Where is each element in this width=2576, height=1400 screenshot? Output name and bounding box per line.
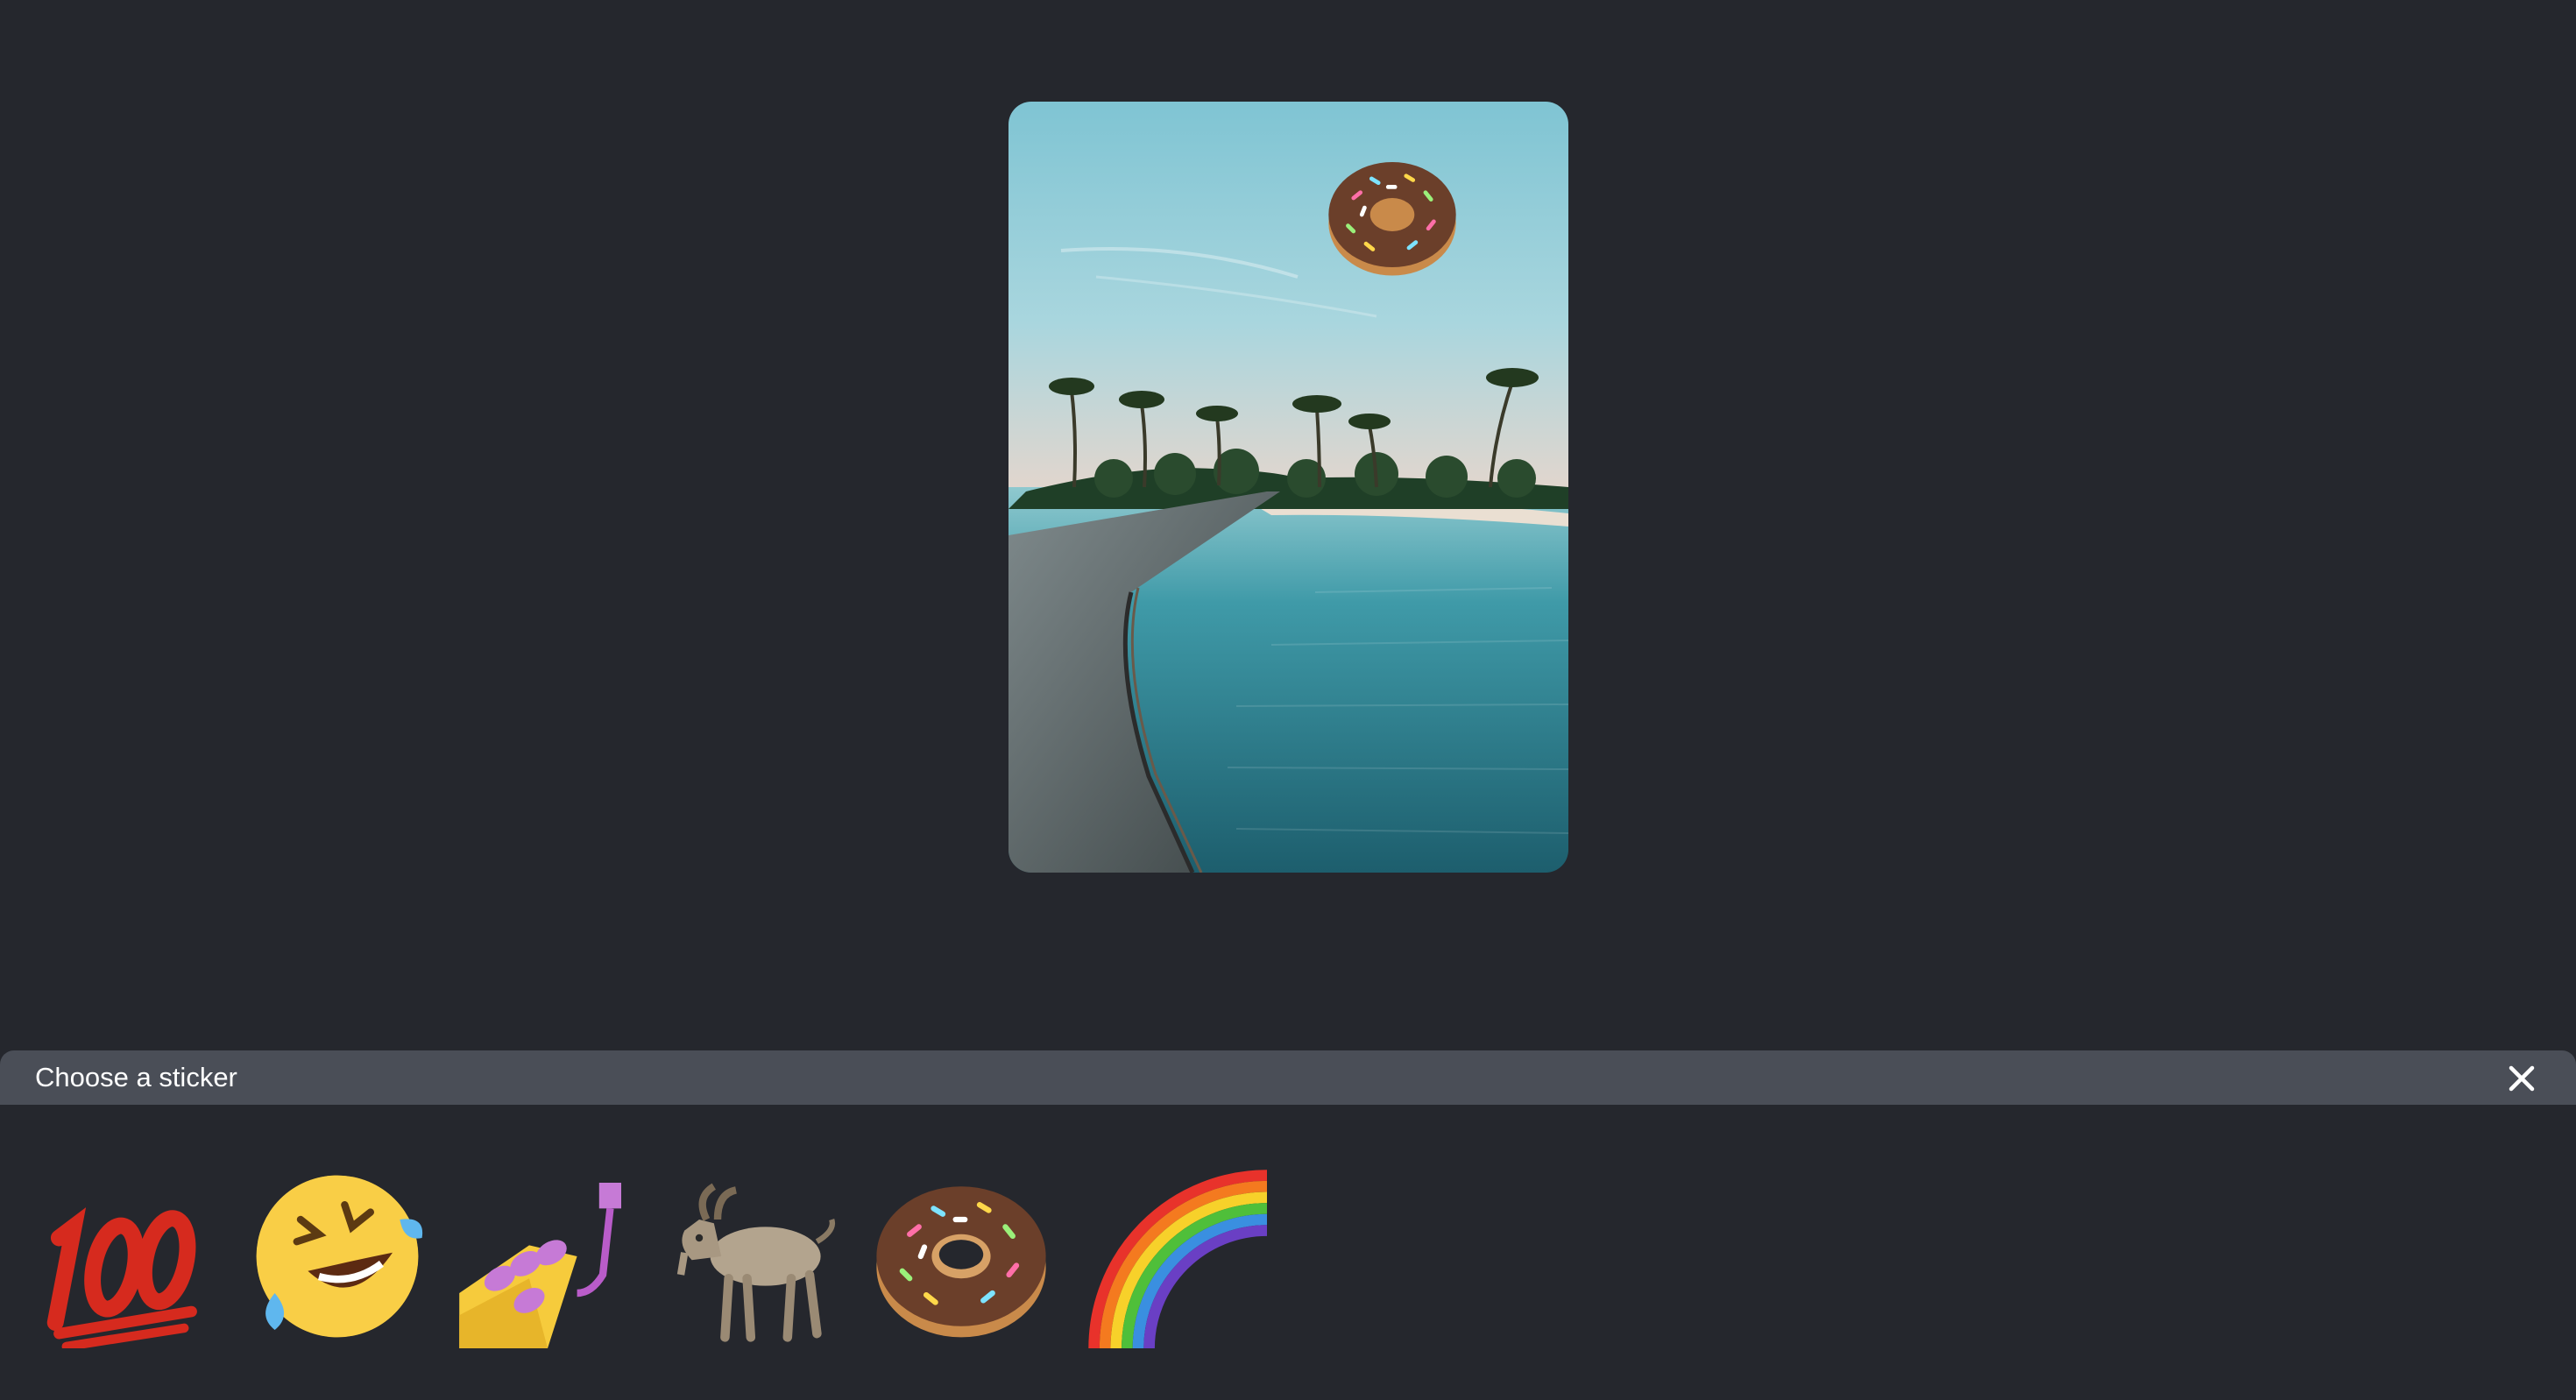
hundred-points-icon xyxy=(46,1207,197,1348)
sticker-list xyxy=(0,1164,2576,1348)
close-icon xyxy=(2509,1065,2535,1092)
sticker-rainbow[interactable] xyxy=(1083,1164,1267,1348)
close-button[interactable] xyxy=(2502,1059,2541,1098)
sticker-panel: Choose a sticker xyxy=(0,1050,2576,1400)
sticker-goat[interactable] xyxy=(662,1164,846,1348)
sticker-donut[interactable] xyxy=(869,1164,1053,1348)
donut-icon xyxy=(1328,161,1456,276)
sticker-rolling-laughing[interactable] xyxy=(245,1164,429,1348)
rolling-laughing-icon xyxy=(256,1175,423,1338)
sticker-hundred-points[interactable] xyxy=(33,1164,217,1348)
donut-icon xyxy=(876,1186,1046,1338)
placed-donut-sticker[interactable] xyxy=(1321,145,1463,284)
rainbow-icon xyxy=(1088,1170,1267,1348)
nail-polish-icon xyxy=(459,1183,621,1348)
goat-icon xyxy=(676,1183,836,1342)
sticker-nail-polish[interactable] xyxy=(456,1164,640,1348)
sticker-panel-header: Choose a sticker xyxy=(0,1050,2576,1105)
beach-photo xyxy=(1008,102,1568,873)
editor-canvas xyxy=(0,0,2576,1050)
sticker-panel-title: Choose a sticker xyxy=(35,1062,237,1092)
